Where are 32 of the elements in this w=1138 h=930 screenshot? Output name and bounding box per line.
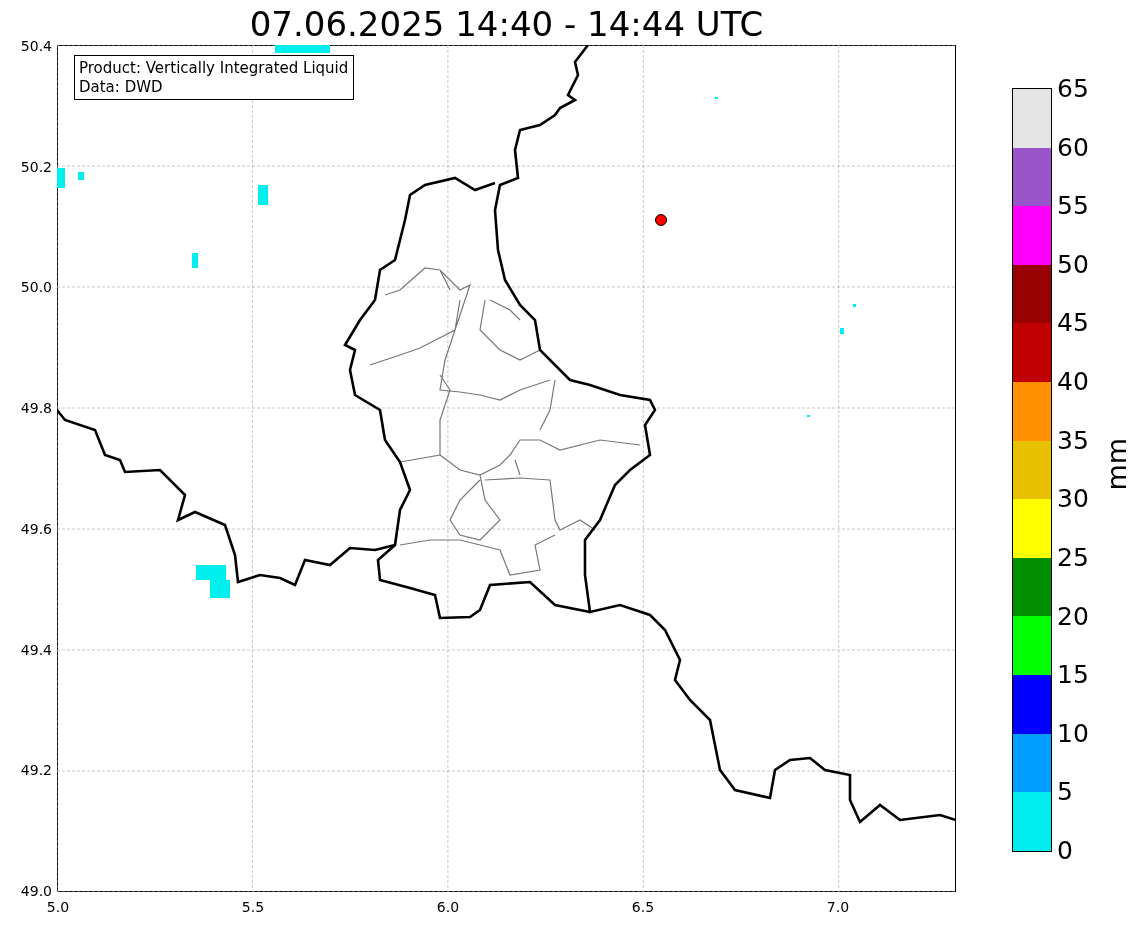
- y-tick-label: 49.0: [20, 883, 52, 899]
- colorbar-tick-label: 35: [1057, 426, 1089, 455]
- y-tick-label: 49.6: [20, 520, 52, 537]
- x-tick-label: 7.0: [826, 899, 850, 915]
- y-tick-label: 50.2: [20, 158, 52, 175]
- colorbar-tick-label: 40: [1057, 368, 1089, 397]
- info-text: Product: Vertically Integrated Liquid: [79, 59, 349, 78]
- colorbar-tick-label: 20: [1057, 602, 1089, 631]
- colorbar-tick-label: 15: [1057, 661, 1089, 690]
- x-tick-label: 5.5: [241, 899, 265, 915]
- y-tick-label: 49.4: [20, 641, 52, 658]
- x-tick-label: 5.0: [46, 899, 70, 915]
- x-tick-label: 6.5: [631, 899, 655, 915]
- colorbar-tick-label: 0: [1057, 837, 1073, 865]
- colorbar-tick-label: 25: [1057, 543, 1089, 572]
- y-tick-label: 49.2: [20, 762, 52, 779]
- colorbar-tick-label: 50: [1057, 250, 1089, 279]
- y-tick-label: 49.8: [20, 400, 52, 417]
- colorbar-tick-label: 55: [1057, 192, 1089, 221]
- x-tick-label: 6.0: [436, 899, 460, 915]
- colorbar-tick-label: 10: [1057, 719, 1089, 748]
- chart-title: 07.06.2025 14:40 - 14:44 UTC: [248, 3, 765, 45]
- y-tick-label: 50.0: [20, 279, 52, 296]
- y-tick-label: 50.4: [20, 38, 52, 54]
- colorbar-tick-label: 45: [1057, 309, 1089, 338]
- colorbar-unit-label: mm: [1102, 438, 1132, 491]
- colorbar-tick-label: 60: [1057, 133, 1089, 162]
- colorbar-tick-label: 65: [1057, 75, 1089, 103]
- colorbar-tick-label: 30: [1057, 485, 1089, 514]
- info-text: Data: DWD: [79, 78, 164, 97]
- location-marker: [655, 214, 667, 226]
- colorbar-tick-label: 5: [1057, 778, 1073, 807]
